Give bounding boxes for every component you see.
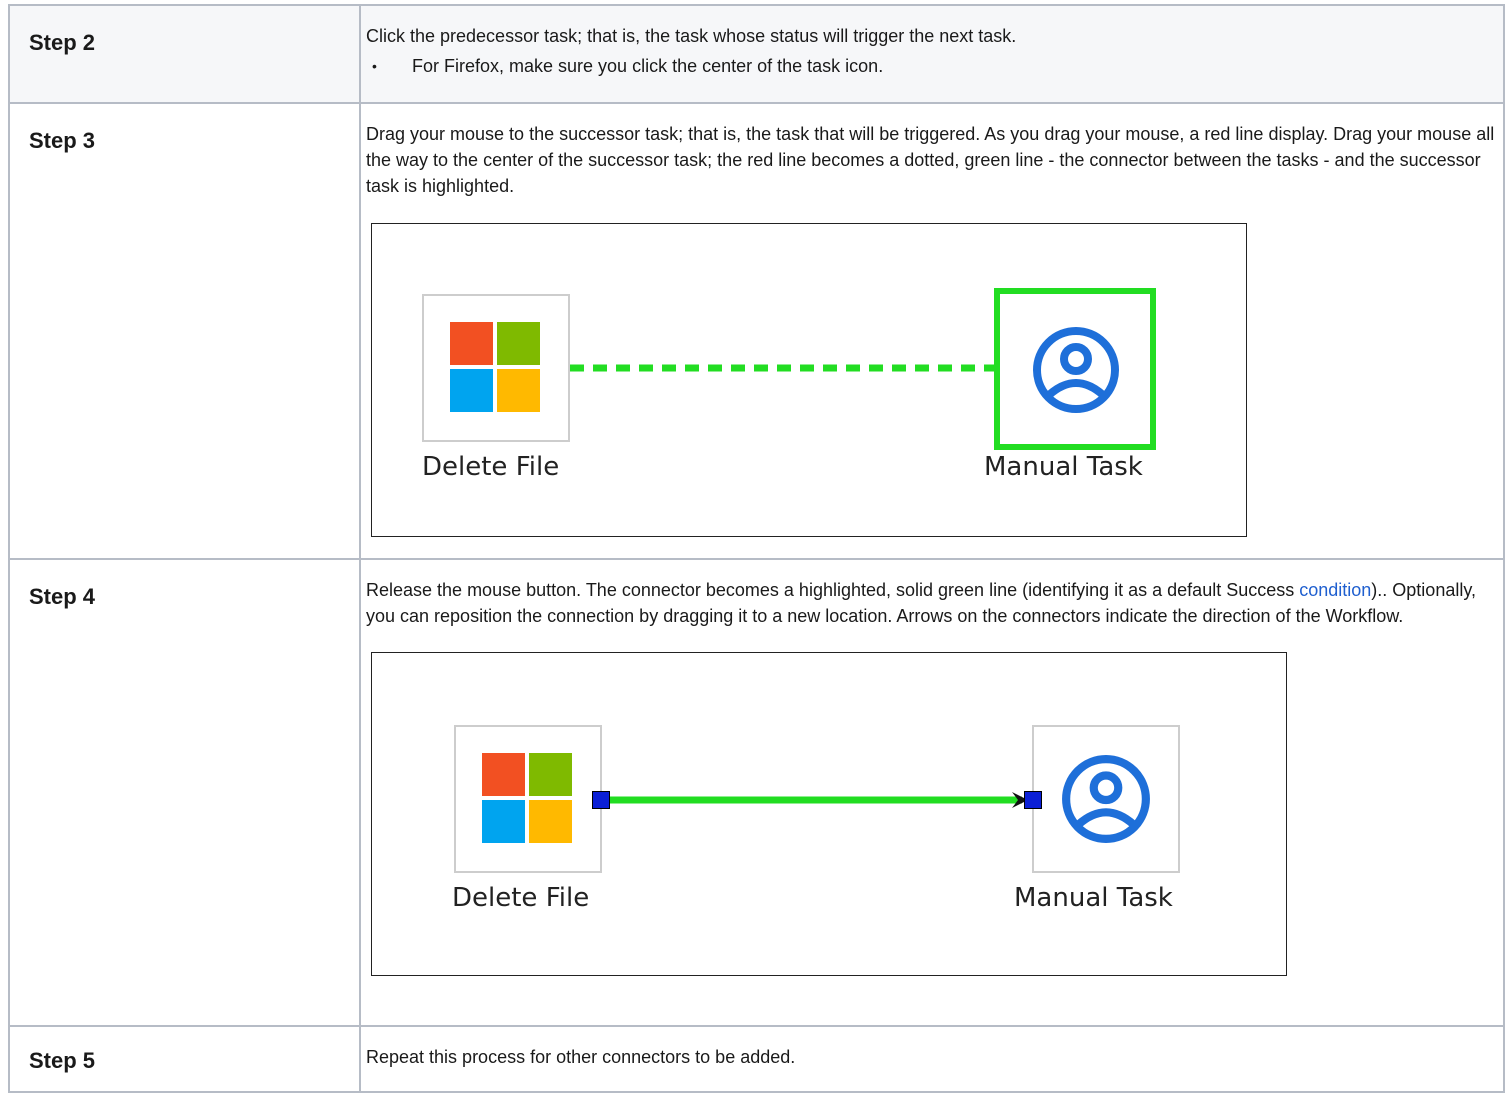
step-label-cell: Step 3 (8, 102, 361, 560)
workflow-diagram-connected: Delete File Manual Task (371, 652, 1287, 976)
step-description: Drag your mouse to the successor task; t… (366, 124, 1495, 196)
step-description-cell: Click the predecessor task; that is, the… (359, 4, 1505, 104)
step-label: Step 5 (29, 1048, 96, 1073)
manual-task-tile-highlighted (994, 288, 1156, 450)
step-label-cell: Step 5 (8, 1025, 361, 1093)
step-description-cell: Drag your mouse to the successor task; t… (359, 102, 1505, 560)
bullet-item: For Firefox, make sure you click the cen… (372, 53, 1503, 79)
step-label-cell: Step 2 (8, 4, 361, 104)
step-description: Release the mouse button. The connector … (361, 560, 1503, 629)
user-circle-icon (1033, 327, 1119, 413)
step-row-4: Step 4 Release the mouse button. The con… (8, 558, 1505, 1027)
step-label: Step 2 (29, 30, 96, 55)
step-row-5: Step 5 Repeat this process for other con… (8, 1025, 1505, 1093)
step-description: Click the predecessor task; that is, the… (366, 26, 1017, 46)
delete-file-label: Delete File (422, 452, 560, 482)
bullet-list: For Firefox, make sure you click the cen… (361, 53, 1503, 79)
condition-link[interactable]: condition (1299, 580, 1371, 600)
step-label-cell: Step 4 (8, 558, 361, 1027)
step-label: Step 3 (29, 128, 96, 153)
delete-file-label: Delete File (452, 883, 590, 913)
steps-table: Step 2 Click the predecessor task; that … (8, 4, 1505, 1093)
manual-task-label: Manual Task (984, 452, 1143, 482)
step-description: Repeat this process for other connectors… (366, 1047, 796, 1067)
workflow-diagram-dragging: Delete File Manual Task (371, 223, 1247, 537)
step-row-3: Step 3 Drag your mouse to the successor … (8, 102, 1505, 560)
step-description-cell: Repeat this process for other connectors… (359, 1025, 1505, 1093)
manual-task-label: Manual Task (1014, 883, 1173, 913)
description-text: Release the mouse button. The connector … (366, 580, 1300, 600)
step-description-cell: Release the mouse button. The connector … (359, 558, 1505, 1027)
solid-connector (610, 792, 1028, 808)
step-row-2: Step 2 Click the predecessor task; that … (8, 4, 1505, 104)
target-handle[interactable] (1024, 791, 1042, 809)
step-label: Step 4 (29, 584, 96, 609)
source-handle[interactable] (592, 791, 610, 809)
